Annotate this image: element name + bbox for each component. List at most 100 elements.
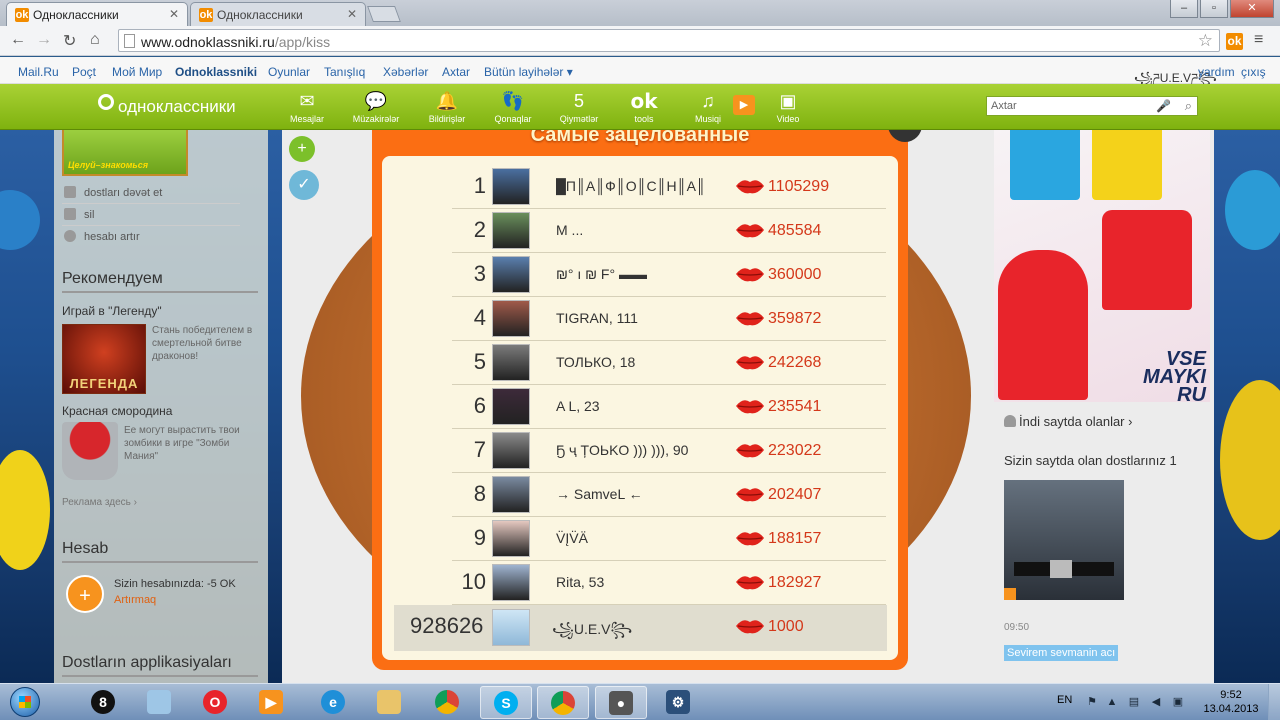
online-now-link[interactable]: İndi saytda olanlar ›	[1004, 414, 1132, 429]
ranking-row[interactable]: 5 ТОЛЬКО, 18 242268	[452, 341, 886, 385]
menu-delete[interactable]: sil	[62, 206, 240, 226]
language-indicator[interactable]: EN	[1057, 694, 1072, 706]
taskbar-ie[interactable]: e	[308, 686, 360, 719]
nav-tools[interactable]: ok tools	[614, 90, 674, 124]
tab-odnoklassniki[interactable]: ok Одноклассники ✕	[190, 2, 366, 26]
user-name[interactable]: ТОЛЬКО, 18	[556, 354, 635, 370]
portal-link-help[interactable]: yardım	[1198, 65, 1235, 79]
ok-extension-icon[interactable]: ok	[1226, 33, 1243, 50]
taskbar-media[interactable]: ▶	[246, 686, 298, 719]
promo-currant-title[interactable]: Красная смородина	[62, 404, 172, 418]
portal-link-games[interactable]: Oyunlar	[268, 65, 310, 79]
user-name[interactable]: ꧁U.E.V꧂	[552, 618, 632, 647]
minimize-button[interactable]: –	[1170, 0, 1198, 18]
nav-messages[interactable]: ✉ Mesajlar	[277, 90, 337, 124]
portal-link-dating[interactable]: Tanışlıq	[324, 65, 365, 79]
user-avatar[interactable]	[492, 212, 530, 249]
user-avatar[interactable]	[492, 344, 530, 381]
tab-close-icon[interactable]: ✕	[347, 7, 357, 21]
reload-icon[interactable]: ↻	[63, 31, 76, 51]
menu-invite-friends[interactable]: dostları dəvət et	[62, 184, 240, 204]
user-avatar[interactable]	[492, 564, 530, 601]
portal-link-all-projects[interactable]: Bütün layihələr ▾	[484, 65, 573, 79]
maximize-button[interactable]: ▫	[1200, 0, 1228, 18]
network-icon[interactable]: ▤	[1128, 696, 1140, 708]
tab-close-icon[interactable]: ✕	[169, 7, 179, 21]
search-input[interactable]: Axtar 🎤 ⌕	[986, 96, 1198, 116]
currant-bucket-image[interactable]	[62, 422, 118, 480]
friend-status[interactable]: Sevirem sevmanin acı	[1004, 645, 1119, 661]
promo-legend-title[interactable]: Играй в "Легенду"	[62, 304, 162, 318]
back-arrow-icon[interactable]: ←	[10, 31, 26, 49]
ranking-row[interactable]: 10 Rita, 53 182927	[452, 561, 886, 605]
user-name[interactable]: Rita, 53	[556, 574, 604, 590]
user-avatar[interactable]	[492, 168, 530, 205]
forward-arrow-icon[interactable]: →	[36, 31, 52, 49]
ads-here-link[interactable]: Реклама здесь ›	[62, 496, 137, 509]
menu-topup[interactable]: hesabı artır	[62, 228, 240, 248]
close-window-button[interactable]: ✕	[1230, 0, 1274, 18]
nav-notifications[interactable]: 🔔 Bildirişlər	[417, 90, 477, 124]
user-name[interactable]: M ...	[556, 222, 583, 238]
wrench-menu-icon[interactable]: ≡	[1254, 31, 1263, 49]
portal-link-logout[interactable]: çıxış	[1241, 65, 1266, 79]
portal-link-moimir[interactable]: Мой Мир	[112, 65, 162, 79]
ranking-row[interactable]: 7 Ҕ ҷ ȚOЬKO ))) ))), 90 223022	[452, 429, 886, 473]
show-desktop-button[interactable]	[1268, 684, 1280, 720]
ranking-row[interactable]: 9 V̈ĮV̈Ä 188157	[452, 517, 886, 561]
taskbar-app[interactable]	[134, 686, 186, 719]
nav-discussions[interactable]: 💬 Müzakirələr	[346, 90, 406, 124]
user-avatar[interactable]	[492, 256, 530, 293]
tray-arrow-icon[interactable]: ▲	[1106, 696, 1118, 708]
ok-logo-icon[interactable]	[96, 94, 114, 116]
ranking-row[interactable]: 4 TIGRAN, 111 359872	[452, 297, 886, 341]
taskbar-explorer[interactable]	[364, 686, 416, 719]
nav-music[interactable]: ♫ Musiqi	[678, 90, 738, 124]
flag-icon[interactable]: ⚑	[1086, 696, 1098, 708]
user-avatar[interactable]	[492, 476, 530, 513]
portal-link-search[interactable]: Axtar	[442, 65, 470, 79]
check-icon[interactable]: ✓	[289, 170, 319, 200]
home-icon[interactable]: ⌂	[90, 31, 100, 49]
microphone-icon[interactable]: 🎤	[1156, 99, 1171, 113]
taskbar-app2[interactable]: ⚙	[653, 686, 705, 719]
user-avatar[interactable]	[492, 609, 530, 646]
taskbar-skype[interactable]: S	[480, 686, 532, 719]
taskbar-8ball[interactable]: 8	[78, 686, 130, 719]
taskbar-chrome[interactable]	[422, 686, 474, 719]
start-button[interactable]	[4, 685, 48, 719]
search-icon[interactable]: ⌕	[1185, 98, 1192, 114]
kiss-app-banner[interactable]: Целуй–знакомься	[62, 130, 188, 176]
user-avatar[interactable]	[492, 432, 530, 469]
user-avatar[interactable]	[492, 388, 530, 425]
user-name[interactable]: ₪° ı ₪ F° ▬▬	[556, 266, 647, 282]
volume-icon[interactable]: ◀	[1150, 696, 1162, 708]
display-icon[interactable]: ▣	[1172, 696, 1184, 708]
taskbar-opera[interactable]: O	[190, 686, 242, 719]
tab-odnoklassniki-active[interactable]: ok Одноклассники ✕	[6, 2, 188, 26]
bookmark-star-icon[interactable]: ☆	[1198, 31, 1213, 51]
tshirt-ad-banner[interactable]: VSE MAYKI RU	[994, 130, 1210, 402]
play-icon[interactable]: ▶	[733, 95, 755, 115]
nav-guests[interactable]: 👣 Qonaqlar	[483, 90, 543, 124]
user-name[interactable]: █П║А║Ф║О║С║Н║А║	[556, 178, 706, 194]
nav-ratings[interactable]: 5 Qiymətlər	[549, 90, 609, 124]
taskbar-recorder[interactable]: ●	[595, 686, 647, 719]
ranking-row[interactable]: 6 A L, 23 235541	[452, 385, 886, 429]
user-name[interactable]: → SamveL ←	[556, 486, 643, 502]
ranking-row[interactable]: 1 █П║А║Ф║О║С║Н║А║ 1105299	[452, 165, 886, 209]
portal-link-news[interactable]: Xəbərlər	[383, 65, 428, 79]
taskbar-chrome-active[interactable]	[537, 686, 589, 719]
user-name[interactable]: Ҕ ҷ ȚOЬKO ))) ))), 90	[556, 442, 688, 458]
portal-link-odnoklassniki[interactable]: Odnoklassniki	[175, 65, 257, 79]
url-input[interactable]: www.odnoklassniki.ru/app/kiss ☆	[118, 29, 1220, 52]
ranking-row[interactable]: 8 → SamveL ← 202407	[452, 473, 886, 517]
ranking-row[interactable]: 3 ₪° ı ₪ F° ▬▬ 360000	[452, 253, 886, 297]
portal-link-mail[interactable]: Poçt	[72, 65, 96, 79]
add-icon[interactable]: +	[289, 136, 315, 162]
clock[interactable]: 9:52 13.04.2013	[1202, 688, 1260, 716]
topup-link[interactable]: Artırmaq	[114, 594, 156, 607]
legend-game-image[interactable]: ЛЕГЕНДА	[62, 324, 146, 394]
user-avatar[interactable]	[492, 300, 530, 337]
portal-link-mailru[interactable]: Mail.Ru	[18, 65, 59, 79]
